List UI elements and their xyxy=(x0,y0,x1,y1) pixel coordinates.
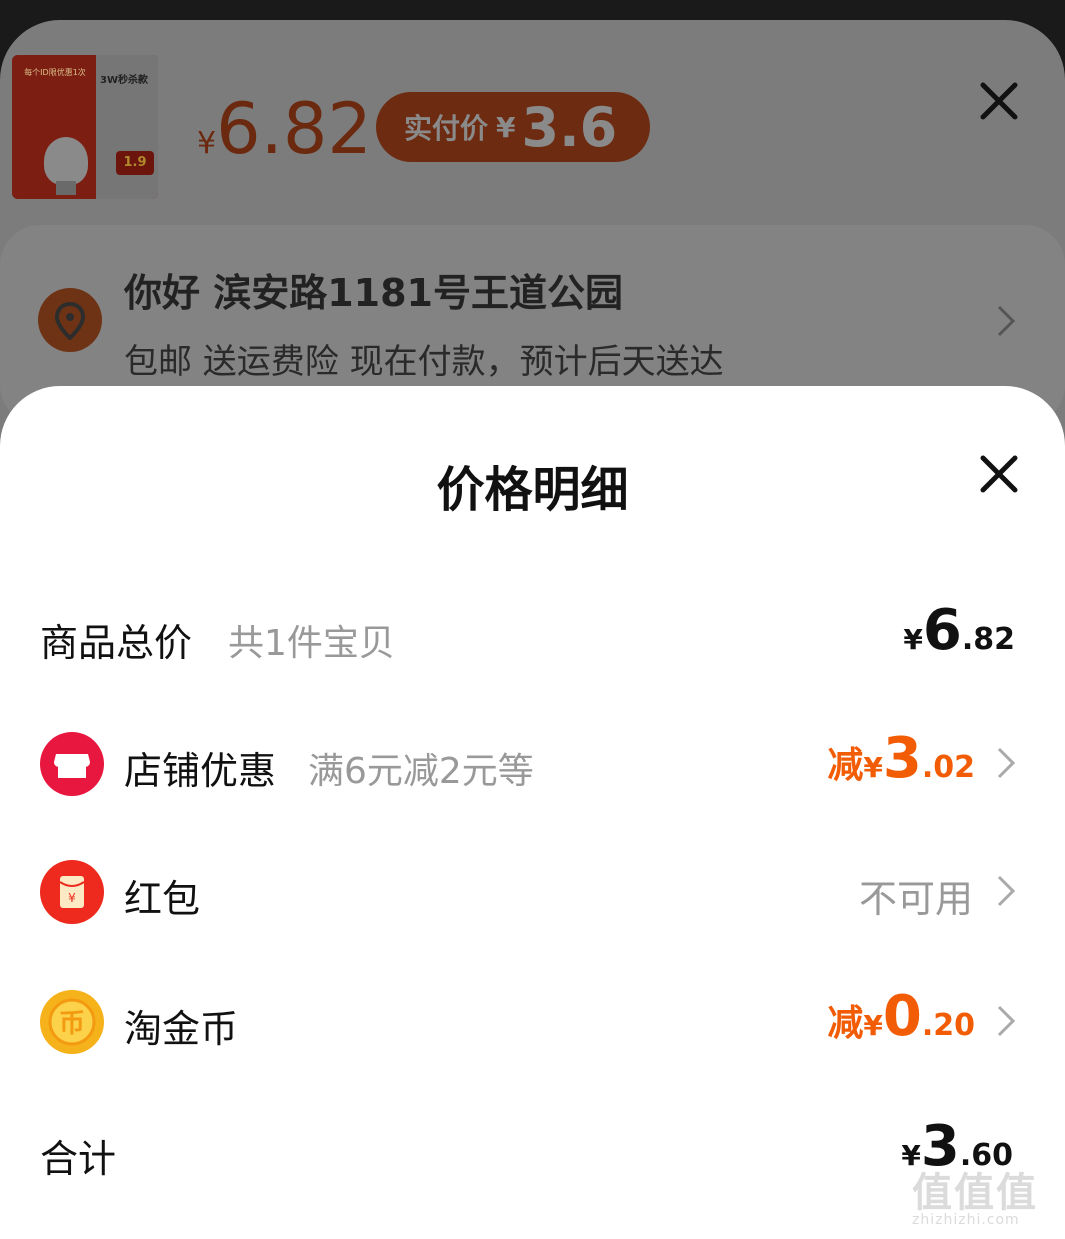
paid-price-pill: 实付价 ¥ 3.6 xyxy=(376,92,650,162)
paid-price-label: 实付价 xyxy=(404,112,489,145)
row-label: 商品总价 xyxy=(40,621,193,665)
row-sub: 共1件宝贝 xyxy=(228,623,395,664)
location-pin-icon xyxy=(38,288,102,352)
store-icon xyxy=(40,732,104,796)
row-label: 红包 xyxy=(124,877,201,921)
product-thumbnail: 每个ID限优惠1次 3W秒杀款 1.9 xyxy=(12,55,158,199)
svg-text:¥: ¥ xyxy=(68,891,76,905)
address-name: 你好 滨安路1181号王道公园 xyxy=(124,271,623,315)
product-price: ¥6.82 xyxy=(197,88,372,170)
close-icon[interactable] xyxy=(980,82,1018,120)
row-goods-total: 商品总价 共1件宝贝 ¥6.82 xyxy=(0,598,1065,678)
store-discount-amount: 减¥3.02 xyxy=(827,726,975,791)
gold-coin-icon: 币 xyxy=(40,990,104,1054)
row-label: 合计 xyxy=(40,1137,117,1181)
chevron-right-icon xyxy=(996,874,1016,912)
thumbnail-price: 1.9 xyxy=(116,151,154,175)
paid-price-value: 3.6 xyxy=(521,95,618,159)
bulb-image xyxy=(44,137,88,185)
address-delivery-info: 包邮 送运费险 现在付款，预计后天送达 xyxy=(124,342,724,382)
close-icon[interactable] xyxy=(980,455,1018,493)
sheet-title: 价格明细 xyxy=(436,462,629,518)
red-packet-status: 不可用 xyxy=(858,877,973,921)
gold-coin-amount: 减¥0.20 xyxy=(827,984,975,1049)
row-label: 店铺优惠 xyxy=(124,749,277,793)
thumbnail-badge: 3W秒杀款 xyxy=(100,75,148,86)
goods-total-amount: ¥6.82 xyxy=(903,598,1015,663)
row-total: 合计 ¥3.60 xyxy=(0,1114,1065,1194)
red-packet-icon: ¥ xyxy=(40,860,104,924)
svg-text:币: 币 xyxy=(59,1009,85,1039)
watermark: 值值值 zhizhizhi.com xyxy=(912,1170,1038,1228)
row-sub: 满6元减2元等 xyxy=(308,751,534,792)
background-top-strip xyxy=(0,0,1065,22)
thumbnail-caption: 每个ID限优惠1次 xyxy=(24,68,86,77)
row-red-packet[interactable]: ¥ 红包 不可用 xyxy=(0,854,1065,934)
chevron-right-icon xyxy=(996,746,1016,784)
chevron-right-icon xyxy=(996,304,1016,342)
row-gold-coin[interactable]: 币 淘金币 减¥0.20 xyxy=(0,984,1065,1064)
row-store-discount[interactable]: 店铺优惠 满6元减2元等 减¥3.02 xyxy=(0,726,1065,806)
chevron-right-icon xyxy=(996,1004,1016,1042)
row-label: 淘金币 xyxy=(124,1007,239,1051)
